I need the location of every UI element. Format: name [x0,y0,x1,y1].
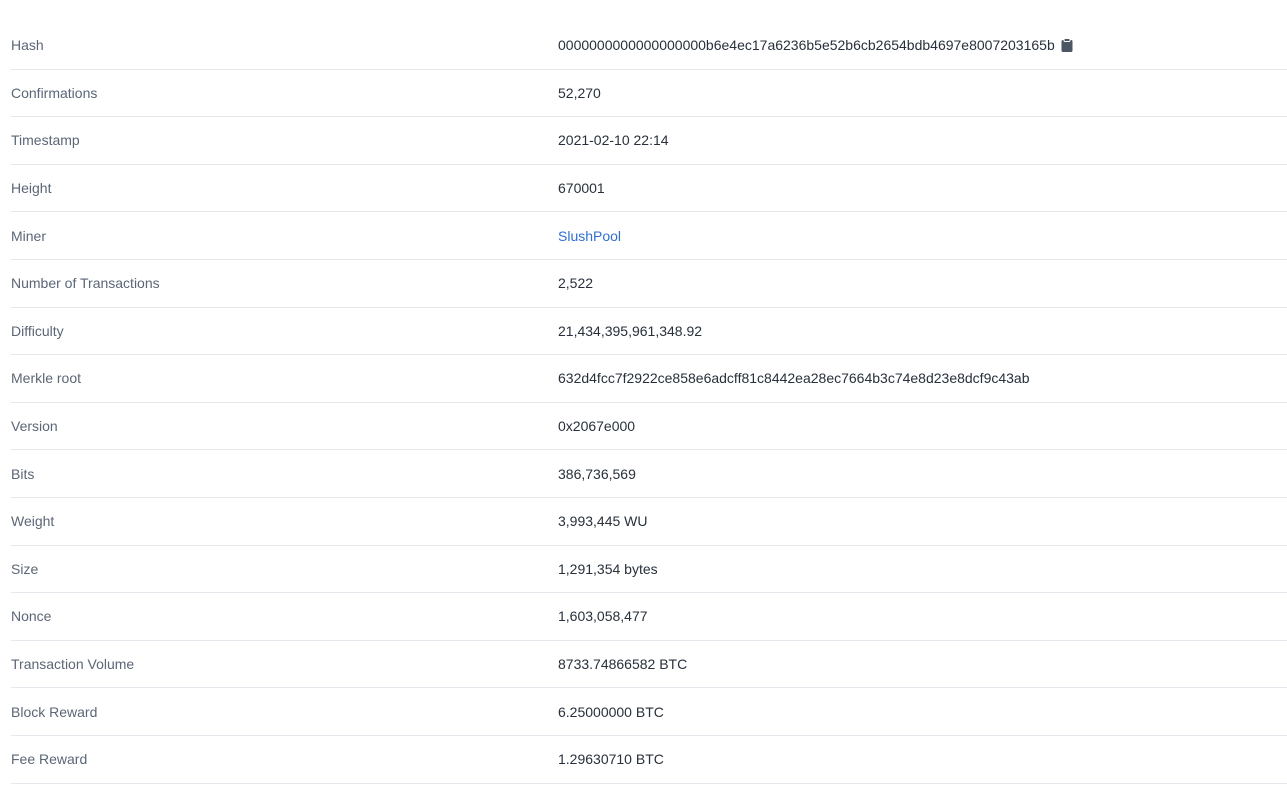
row-hash: Hash 0000000000000000000b6e4ec17a6236b5e… [11,22,1287,70]
row-height: Height 670001 [11,165,1287,213]
hash-label: Hash [11,37,44,54]
height-value: 670001 [558,180,605,197]
size-value: 1,291,354 bytes [558,560,658,577]
difficulty-value: 21,434,395,961,348.92 [558,322,703,339]
timestamp-label: Timestamp [11,132,80,149]
row-miner: Miner SlushPool [11,212,1287,260]
size-label: Size [11,560,39,577]
fee-reward-value: 1.29630710 BTC [558,751,664,768]
row-fee-reward: Fee Reward 1.29630710 BTC [11,736,1287,784]
nonce-label: Nonce [11,608,52,625]
row-block-reward: Block Reward 6.25000000 BTC [11,688,1287,736]
row-transaction-volume: Transaction Volume 8733.74866582 BTC [11,641,1287,689]
row-version: Version 0x2067e000 [11,403,1287,451]
confirmations-label: Confirmations [11,84,98,101]
number-of-transactions-label: Number of Transactions [11,275,160,292]
block-details-table: Hash 0000000000000000000b6e4ec17a6236b5e… [11,22,1287,784]
row-nonce: Nonce 1,603,058,477 [11,593,1287,641]
row-timestamp: Timestamp 2021-02-10 22:14 [11,117,1287,165]
difficulty-label: Difficulty [11,322,64,339]
version-label: Version [11,418,58,435]
transaction-volume-value: 8733.74866582 BTC [558,656,688,673]
timestamp-value: 2021-02-10 22:14 [558,132,669,149]
hash-value-container: 0000000000000000000b6e4ec17a6236b5e52b6c… [558,37,1073,53]
confirmations-value: 52,270 [558,84,601,101]
block-reward-value: 6.25000000 BTC [558,703,664,720]
row-bits: Bits 386,736,569 [11,450,1287,498]
version-value: 0x2067e000 [558,418,636,435]
miner-label: Miner [11,227,47,244]
weight-value: 3,993,445 WU [558,513,648,530]
row-confirmations: Confirmations 52,270 [11,70,1287,118]
weight-label: Weight [11,513,55,530]
row-difficulty: Difficulty 21,434,395,961,348.92 [11,308,1287,356]
row-size: Size 1,291,354 bytes [11,546,1287,594]
transaction-volume-label: Transaction Volume [11,656,135,673]
nonce-value: 1,603,058,477 [558,608,648,625]
height-label: Height [11,180,52,197]
merkle-root-value: 632d4fcc7f2922ce858e6adcff81c8442ea28ec7… [558,370,1030,387]
bits-value: 386,736,569 [558,465,636,482]
merkle-root-label: Merkle root [11,370,82,387]
miner-link[interactable]: SlushPool [558,228,621,244]
clipboard-icon[interactable] [1061,38,1073,53]
row-merkle-root: Merkle root 632d4fcc7f2922ce858e6adcff81… [11,355,1287,403]
number-of-transactions-value: 2,522 [558,275,594,292]
hash-value: 0000000000000000000b6e4ec17a6236b5e52b6c… [558,37,1055,54]
bits-label: Bits [11,465,35,482]
row-weight: Weight 3,993,445 WU [11,498,1287,546]
fee-reward-label: Fee Reward [11,751,88,768]
row-number-of-transactions: Number of Transactions 2,522 [11,260,1287,308]
block-reward-label: Block Reward [11,703,98,720]
miner-value-container: SlushPool [558,228,621,244]
